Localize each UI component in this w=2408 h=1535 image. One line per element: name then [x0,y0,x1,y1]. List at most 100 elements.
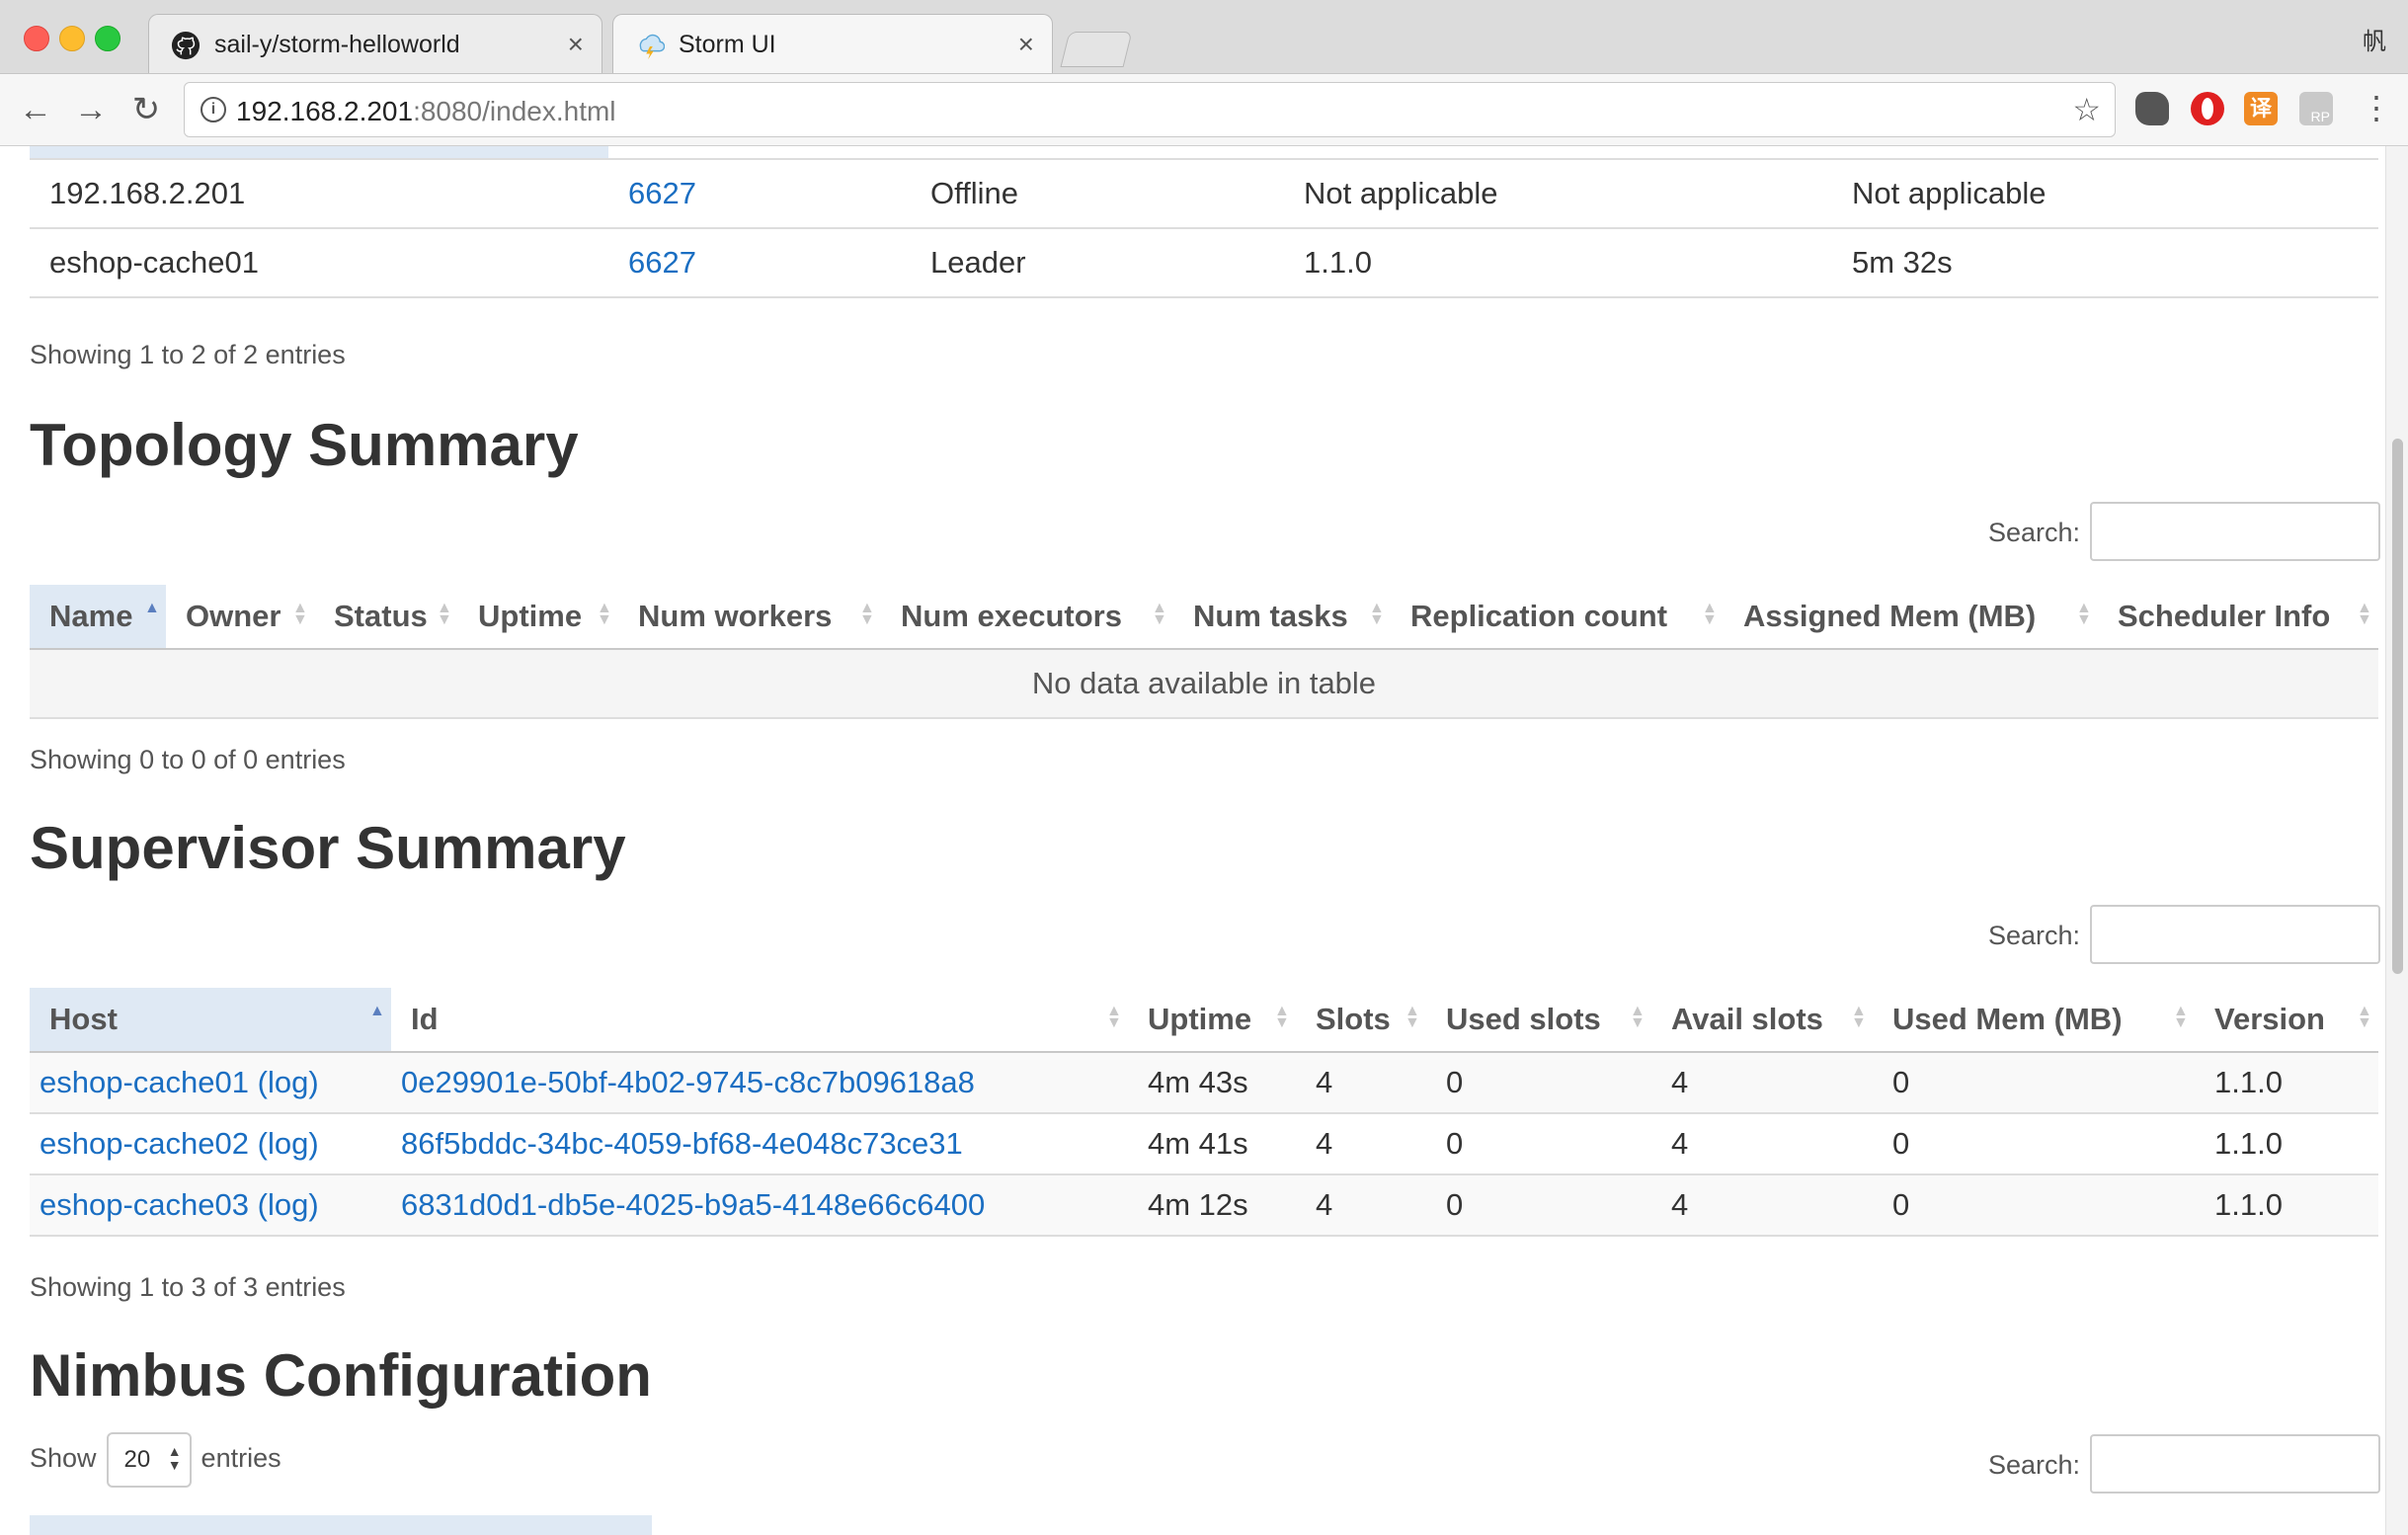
sort-asc-icon: ▲ [369,1003,385,1019]
supervisor-uptime: 4m 43s [1128,1052,1296,1114]
table-row: eshop-cache01 (log) 0e29901e-50bf-4b02-9… [30,1052,2378,1114]
supervisor-id-link[interactable]: 0e29901e-50bf-4b02-9745-c8c7b09618a8 [391,1052,1128,1114]
tab-close-icon[interactable]: × [568,29,584,60]
col-header-num-executors[interactable]: Num executors ▲ ▼ [881,585,1173,650]
search-label: Search: [1987,518,2080,547]
col-label: Version [2214,1002,2325,1036]
col-header-owner[interactable]: Owner ▲ ▼ [166,585,314,650]
nimbus-port-link[interactable]: 6627 [608,160,911,229]
nimbus-version: 1.1.0 [1284,228,1832,298]
show-label: Show [30,1443,97,1474]
col-label: Scheduler Info [2118,599,2331,633]
browser-menu-icon[interactable]: ⋮ [2361,88,2392,127]
config-search-input[interactable] [2090,1434,2380,1494]
reload-icon[interactable]: ↻ [124,88,168,131]
supervisor-host-cell: eshop-cache03 (log) [30,1174,391,1237]
nimbus-uptime: Not applicable [1832,160,2378,229]
profile-label[interactable]: 帆 [2363,22,2386,56]
supervisor-log-link[interactable]: (log) [258,1187,319,1222]
adblock-extension-icon[interactable] [2191,92,2224,125]
back-arrow-icon[interactable]: ← [14,88,57,131]
supervisor-id-link[interactable]: 6831d0d1-db5e-4025-b9a5-4148e66c6400 [391,1174,1128,1237]
sort-icon: ▲ ▼ [437,600,452,628]
col-header-avail-slots[interactable]: Avail slots ▲ ▼ [1651,988,1873,1053]
nimbus-host: eshop-cache01 [30,228,608,298]
col-label: Uptime [478,599,583,633]
bookmark-star-icon[interactable]: ☆ [2072,91,2101,128]
topology-search-input[interactable] [2090,502,2380,561]
window-close-button[interactable] [24,26,49,51]
col-label: Used Mem (MB) [1892,1002,2123,1036]
col-header-name[interactable]: Name ▲ [30,585,166,650]
col-header-version[interactable]: Version ▲ ▼ [2195,988,2378,1053]
window-minimize-button[interactable] [59,26,85,51]
supervisor-log-link[interactable]: (log) [258,1065,319,1099]
col-label: Num tasks [1193,599,1348,633]
page-scrollbar[interactable] [2385,146,2408,1535]
scrollbar-thumb[interactable] [2392,439,2403,974]
supervisor-host-link[interactable]: eshop-cache02 [40,1126,249,1161]
address-bar[interactable]: i 192.168.2.201:8080/index.html ☆ [184,82,2116,137]
col-header-id[interactable]: Id ▲ ▼ [391,988,1128,1053]
col-header-assigned-mem[interactable]: Assigned Mem (MB) ▲ ▼ [1724,585,2098,650]
page-length-value: 20 [123,1446,151,1473]
site-info-icon[interactable]: i [201,97,226,122]
sort-icon: ▲ ▼ [859,600,875,628]
window-maximize-button[interactable] [95,26,120,51]
table-row-empty: No data available in table [30,649,2378,719]
supervisor-host-link[interactable]: eshop-cache01 [40,1065,249,1099]
supervisor-search: Search: [1590,905,2380,964]
col-header-slots[interactable]: Slots ▲ ▼ [1296,988,1426,1053]
supervisor-host-cell: eshop-cache01 (log) [30,1052,391,1114]
col-header-num-workers[interactable]: Num workers ▲ ▼ [618,585,881,650]
rp-extension-icon[interactable]: RP [2299,92,2333,125]
col-header-replication-count[interactable]: Replication count ▲ ▼ [1391,585,1724,650]
address-host: 192.168.2.201 [236,96,414,126]
forward-arrow-icon[interactable]: → [69,88,113,131]
col-header-status[interactable]: Status ▲ ▼ [314,585,458,650]
sort-icon: ▲ ▼ [597,600,612,628]
col-header-uptime[interactable]: Uptime ▲ ▼ [458,585,618,650]
config-table-header-sorted[interactable] [30,1515,652,1535]
supervisor-used-mem: 0 [1873,1113,2195,1175]
evernote-extension-icon[interactable] [2135,92,2169,125]
nimbus-status: Offline [911,160,1284,229]
col-label: Status [334,599,428,633]
supervisor-version: 1.1.0 [2195,1174,2378,1237]
page-length-select[interactable]: 20 ▲ ▼ [106,1432,192,1488]
config-search: Search: [1590,1434,2380,1494]
new-tab-button[interactable] [1060,32,1133,67]
supervisor-log-link[interactable]: (log) [258,1126,319,1161]
supervisor-search-input[interactable] [2090,905,2380,964]
col-header-used-mem[interactable]: Used Mem (MB) ▲ ▼ [1873,988,2195,1053]
col-header-uptime[interactable]: Uptime ▲ ▼ [1128,988,1296,1053]
sort-icon: ▲ ▼ [1851,1003,1867,1031]
tab-storm-ui[interactable]: Storm UI × [612,14,1053,73]
col-label: Replication count [1410,599,1668,633]
col-header-num-tasks[interactable]: Num tasks ▲ ▼ [1173,585,1391,650]
tab-close-icon[interactable]: × [1018,29,1034,60]
col-header-scheduler-info[interactable]: Scheduler Info ▲ ▼ [2098,585,2378,650]
col-header-host[interactable]: Host ▲ [30,988,391,1053]
search-label: Search: [1987,921,2080,950]
tab-storm-helloworld[interactable]: sail-y/storm-helloworld × [148,14,602,73]
col-label: Avail slots [1671,1002,1823,1036]
supervisor-host-link[interactable]: eshop-cache03 [40,1187,249,1222]
address-url[interactable]: 192.168.2.201:8080/index.html [236,96,616,127]
sort-asc-icon: ▲ [144,600,160,616]
col-header-used-slots[interactable]: Used slots ▲ ▼ [1426,988,1651,1053]
sort-icon: ▲ ▼ [1106,1003,1122,1031]
translate-extension-icon[interactable]: 译 [2244,92,2278,125]
supervisor-avail-slots: 4 [1651,1052,1873,1114]
supervisor-id-link[interactable]: 86f5bddc-34bc-4059-bf68-4e048c73ce31 [391,1113,1128,1175]
nimbus-version: Not applicable [1284,160,1832,229]
sort-icon: ▲ ▼ [1152,600,1167,628]
entries-label: entries [201,1443,281,1474]
supervisor-slots: 4 [1296,1174,1426,1237]
nimbus-port-link[interactable]: 6627 [608,228,911,298]
supervisor-version: 1.1.0 [2195,1113,2378,1175]
supervisor-slots: 4 [1296,1052,1426,1114]
supervisor-uptime: 4m 12s [1128,1174,1296,1237]
col-label: Id [411,1002,439,1036]
nimbus-status: Leader [911,228,1284,298]
